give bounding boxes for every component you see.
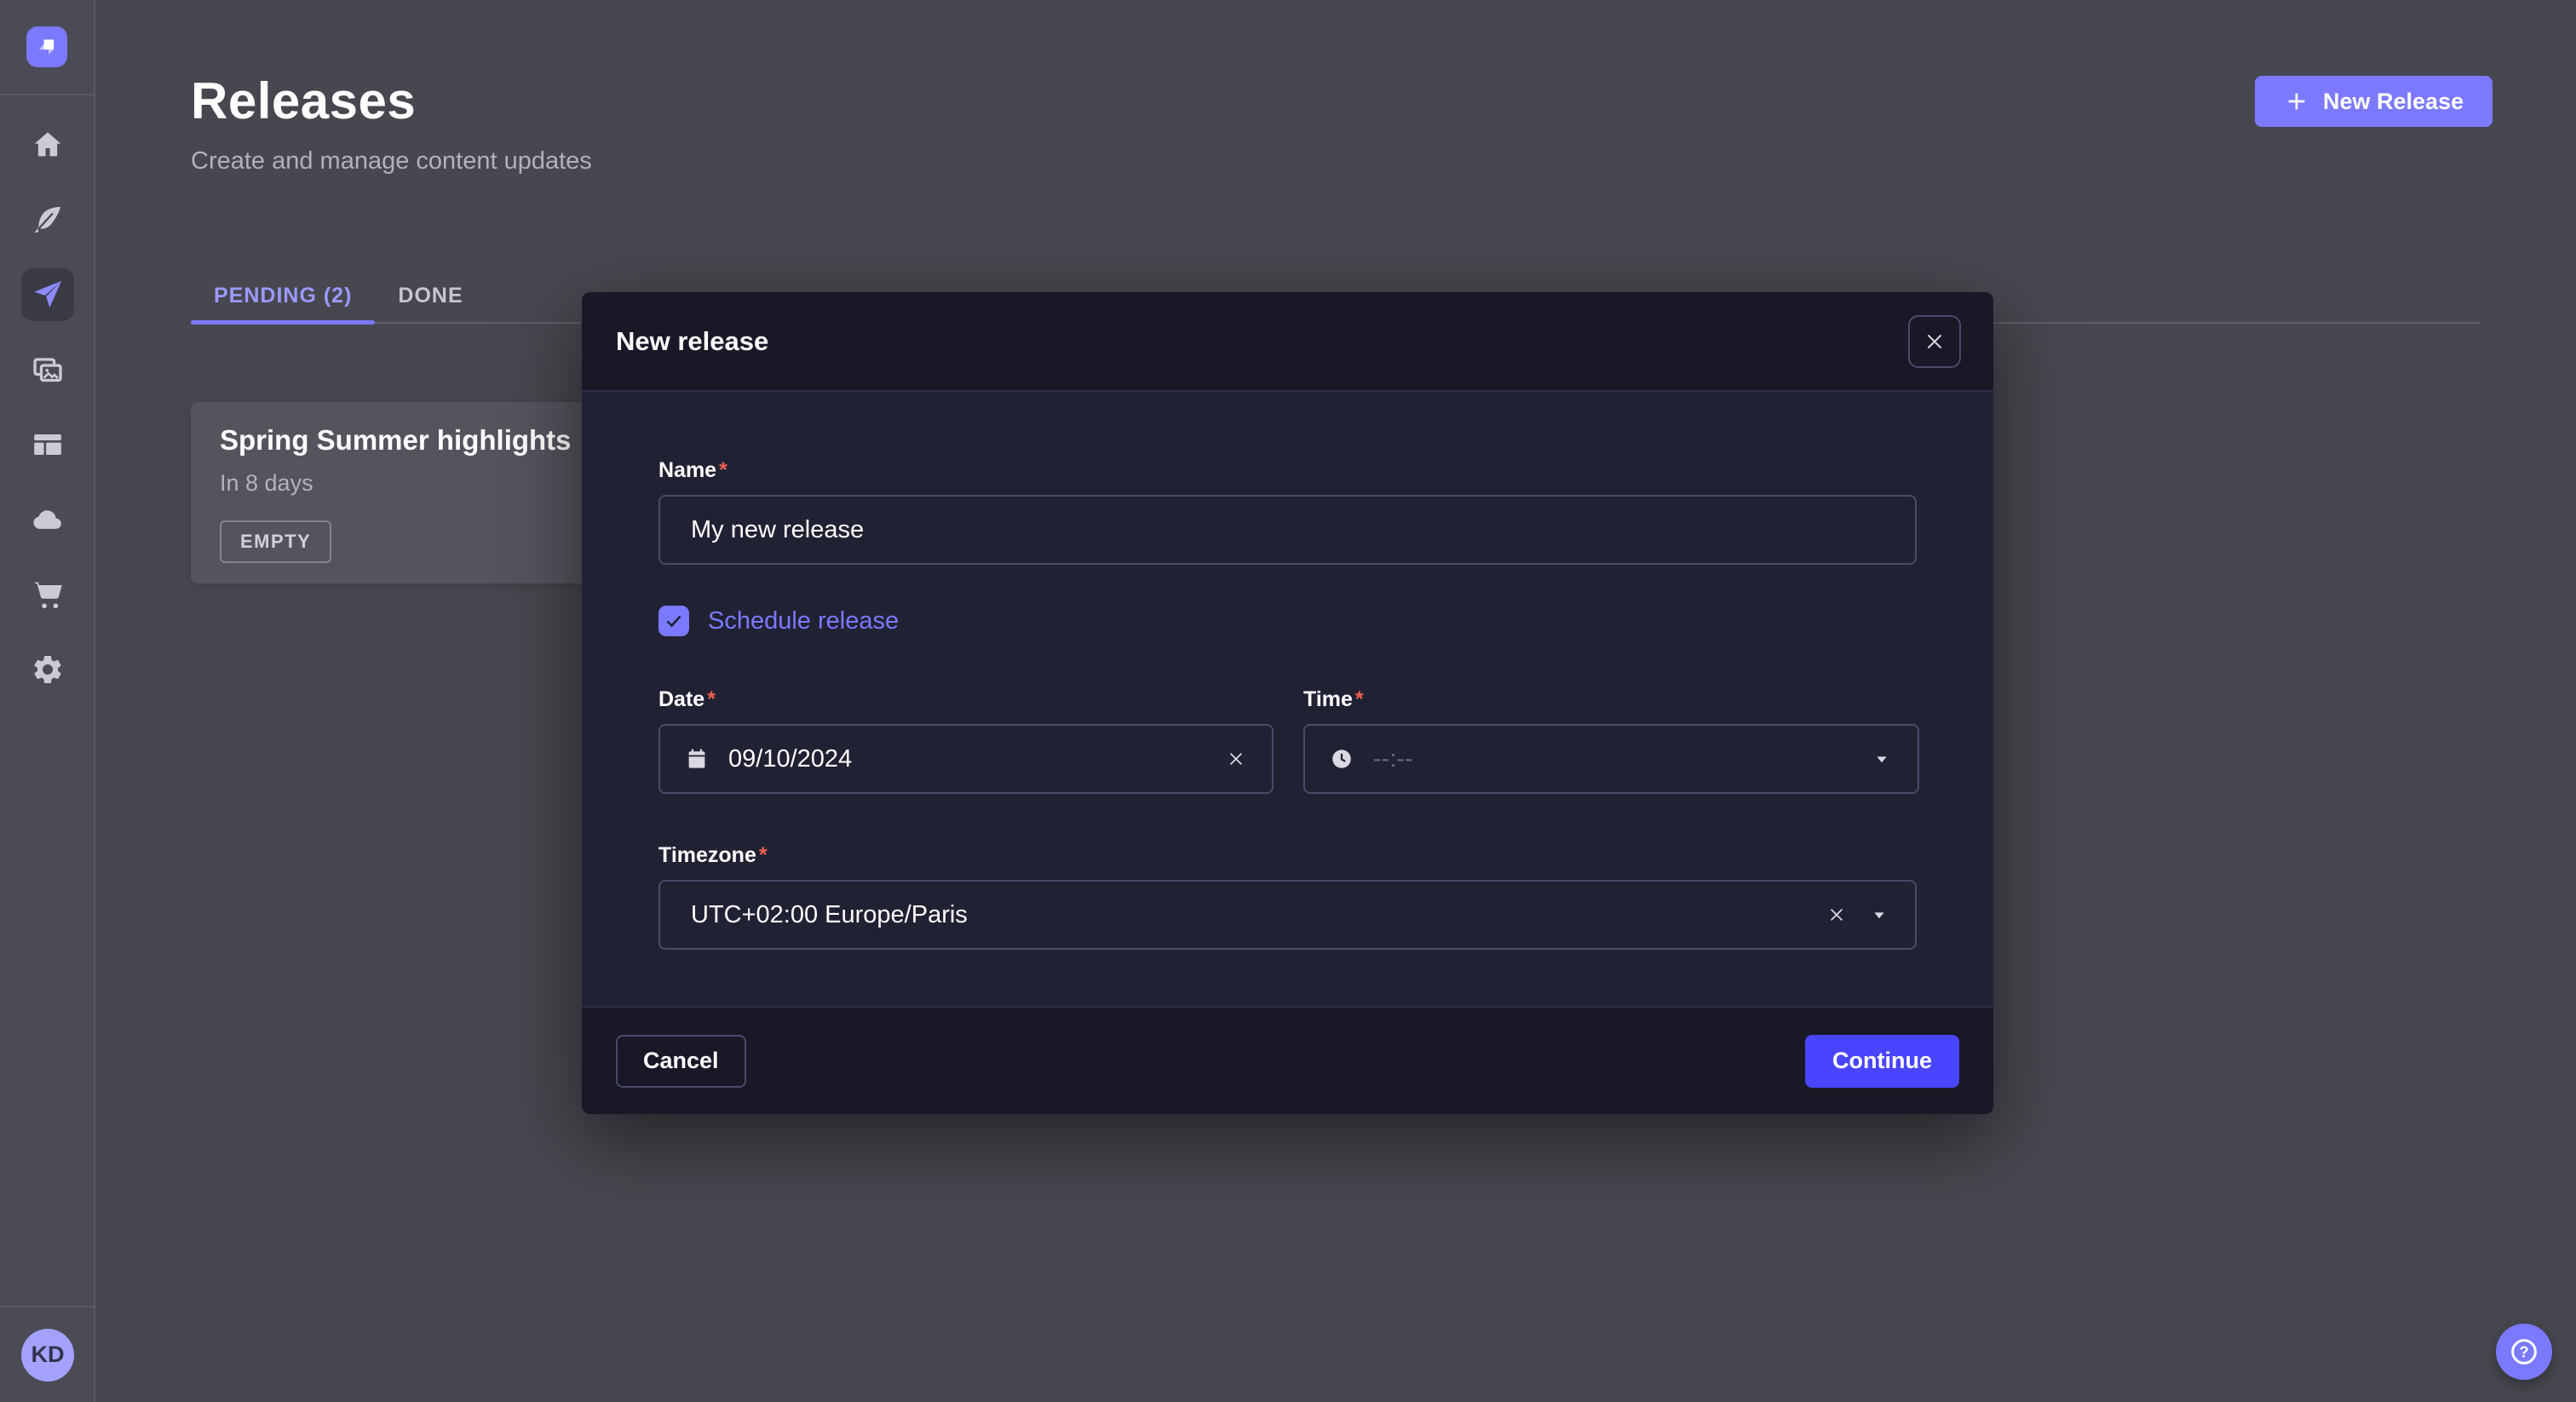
page-subtitle: Create and manage content updates: [191, 147, 592, 175]
timezone-picker[interactable]: UTC+02:00 Europe/Paris: [658, 880, 1917, 950]
schedule-release-toggle[interactable]: Schedule release: [658, 606, 1917, 636]
timezone-field-label: Timezone*: [658, 843, 768, 867]
clock-icon: [1329, 746, 1354, 772]
name-field-group: Name*: [658, 458, 1917, 565]
date-value: 09/10/2024: [728, 745, 1205, 773]
continue-button[interactable]: Continue: [1805, 1035, 1959, 1088]
sidebar-item-layout[interactable]: [21, 418, 74, 471]
date-time-row: Date* 09/10/2024: [658, 687, 1917, 794]
user-avatar[interactable]: KD: [21, 1329, 74, 1382]
logo-section: [0, 0, 94, 95]
time-field-group: Time* --:--: [1303, 687, 1919, 794]
clear-date-icon[interactable]: [1224, 747, 1248, 771]
release-card-badge: EMPTY: [220, 520, 331, 563]
chevron-down-icon[interactable]: [1867, 903, 1891, 927]
schedule-release-label: Schedule release: [708, 607, 899, 635]
app-logo-icon[interactable]: [26, 26, 67, 67]
sidebar-item-cloud[interactable]: [21, 493, 74, 546]
gear-icon: [31, 652, 65, 687]
page-title: Releases: [191, 72, 592, 130]
required-asterisk: *: [707, 687, 716, 711]
required-asterisk: *: [719, 458, 727, 482]
cancel-button[interactable]: Cancel: [616, 1035, 746, 1088]
layout-icon: [31, 428, 65, 462]
date-field-group: Date* 09/10/2024: [658, 687, 1274, 794]
sidebar: KD: [0, 0, 95, 1402]
home-icon: [31, 128, 65, 162]
name-field-label: Name*: [658, 458, 727, 482]
time-placeholder: --:--: [1373, 745, 1851, 773]
required-asterisk: *: [759, 843, 768, 867]
modal-body: Name* Schedule release Date*: [582, 392, 1993, 1006]
tab-done[interactable]: DONE: [375, 269, 486, 322]
cloud-icon: [31, 503, 65, 537]
feather-icon: [31, 203, 65, 237]
cart-icon: [31, 577, 65, 612]
close-icon: [1923, 330, 1946, 353]
sidebar-item-settings[interactable]: [21, 643, 74, 696]
timezone-value: UTC+02:00 Europe/Paris: [691, 901, 1806, 929]
timezone-field-group: Timezone* UTC+02:00 Europe/Paris: [658, 843, 1917, 950]
date-field-label: Date*: [658, 687, 716, 711]
sidebar-item-releases[interactable]: [21, 268, 74, 321]
svg-text:?: ?: [2519, 1342, 2528, 1360]
calendar-icon: [684, 746, 710, 772]
question-mark-icon: ?: [2507, 1335, 2541, 1369]
new-release-modal: New release Name* Schedule release: [582, 292, 1993, 1114]
sidebar-item-home[interactable]: [21, 118, 74, 171]
media-icon: [31, 353, 65, 387]
sidebar-item-purchases[interactable]: [21, 568, 74, 621]
modal-title: New release: [616, 326, 768, 357]
sidebar-footer: KD: [0, 1306, 95, 1402]
modal-close-button[interactable]: [1908, 315, 1961, 368]
new-release-button-label: New Release: [2323, 89, 2464, 115]
clear-timezone-icon[interactable]: [1825, 903, 1849, 927]
plus-icon: [2284, 89, 2309, 114]
date-picker[interactable]: 09/10/2024: [658, 724, 1274, 794]
modal-header: New release: [582, 292, 1993, 392]
chevron-down-icon[interactable]: [1870, 747, 1894, 771]
sidebar-item-content[interactable]: [21, 193, 74, 246]
name-input[interactable]: [658, 495, 1917, 565]
sidebar-item-media[interactable]: [21, 343, 74, 396]
tab-pending-label: PENDING (2): [214, 284, 352, 308]
time-field-label: Time*: [1303, 687, 1364, 711]
help-button[interactable]: ?: [2496, 1324, 2552, 1380]
sidebar-nav: [0, 118, 95, 696]
modal-footer: Cancel Continue: [582, 1006, 1993, 1114]
tab-pending[interactable]: PENDING (2): [191, 269, 375, 322]
tab-done-label: DONE: [398, 284, 463, 308]
time-picker[interactable]: --:--: [1303, 724, 1919, 794]
send-icon: [31, 278, 65, 312]
checkbox-checked-icon[interactable]: [658, 606, 689, 636]
page-header: Releases Create and manage content updat…: [191, 72, 592, 175]
required-asterisk: *: [1355, 687, 1364, 711]
new-release-button[interactable]: New Release: [2255, 76, 2493, 127]
